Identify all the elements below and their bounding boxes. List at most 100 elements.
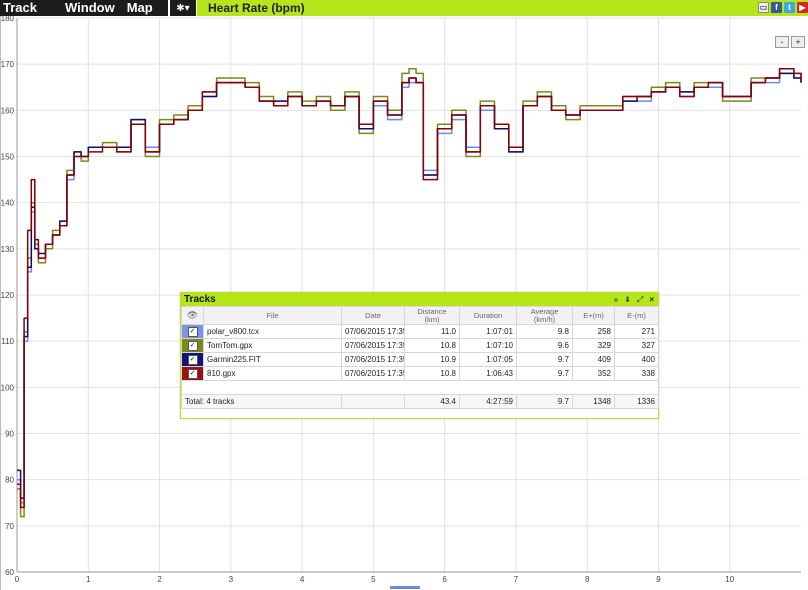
duration-column-header[interactable]: Duration: [459, 306, 517, 325]
track-color-cell[interactable]: ✓: [181, 338, 204, 353]
track-eminus: 327: [614, 338, 659, 353]
gear-icon: ✱▾: [176, 2, 190, 14]
track-eplus: 329: [572, 338, 615, 353]
y-tick-label: 120: [1, 291, 15, 300]
y-tick-label: 110: [1, 337, 14, 346]
x-tick-label: 2: [157, 575, 162, 584]
y-tick-label: 130: [1, 245, 15, 254]
x-tick-label: 3: [229, 575, 234, 584]
file-column-header[interactable]: File: [203, 306, 342, 325]
eplus-column-header[interactable]: E+(m): [572, 306, 615, 325]
track-date: 07/06/2015 17:35: [341, 324, 405, 339]
series-line-810-gpx: [17, 68, 802, 509]
youtube-icon[interactable]: ▶: [797, 2, 808, 13]
forward-icon[interactable]: »: [614, 294, 618, 305]
x-tick-label: 9: [656, 575, 661, 584]
track-distance: 10.9: [404, 352, 460, 367]
y-tick-label: 160: [1, 106, 15, 115]
scrollbar-thumb[interactable]: [390, 586, 420, 589]
y-tick-label: 70: [5, 522, 14, 531]
distance-column-header[interactable]: Distance (km): [404, 306, 460, 325]
y-tick-label: 80: [5, 476, 14, 485]
table-row[interactable]: ✓ Garmin225.FIT 07/06/2015 17:35 10.9 1:07:0…: [181, 352, 659, 367]
total-duration: 4:27:59: [459, 394, 517, 409]
track-eminus: 400: [614, 352, 659, 367]
visibility-checkbox[interactable]: ✓: [187, 326, 198, 337]
table-row[interactable]: ✓ TomTom.gpx 07/06/2015 17:35 10.8 1:07:10 9.…: [181, 338, 659, 353]
tracks-table: 👁 File Date Distance (km) Duration Averag…: [181, 306, 659, 409]
track-distance: 10.8: [404, 338, 460, 353]
track-color-cell[interactable]: ✓: [181, 324, 204, 339]
eye-icon: 👁: [186, 310, 199, 320]
track-eplus: 258: [572, 324, 615, 339]
track-color-cell[interactable]: ✓: [181, 366, 204, 381]
menu-map[interactable]: Map: [121, 0, 159, 16]
track-file[interactable]: Garmin225.FIT: [203, 352, 342, 367]
top-icons: ▭ f t ▶: [758, 2, 808, 13]
track-duration: 1:07:05: [459, 352, 517, 367]
average-column-header[interactable]: Average (km/h): [516, 306, 573, 325]
total-row: Total: 4 tracks 43.4 4:27:59 9.7 1348 13…: [181, 394, 659, 409]
track-file[interactable]: TomTom.gpx: [203, 338, 342, 353]
facebook-icon[interactable]: f: [771, 2, 782, 13]
menu-window[interactable]: Window: [59, 0, 121, 16]
x-tick-label: 0: [15, 575, 20, 584]
x-tick-label: 4: [300, 575, 305, 584]
track-file[interactable]: 810.gpx: [203, 366, 342, 381]
y-tick-label: 90: [5, 430, 14, 439]
track-eminus: 338: [614, 366, 659, 381]
date-column-header[interactable]: Date: [341, 306, 405, 325]
twitter-icon[interactable]: t: [784, 2, 795, 13]
track-average: 9.7: [516, 352, 573, 367]
x-tick-label: 1: [86, 575, 91, 584]
track-date: 07/06/2015 17:35: [341, 338, 405, 353]
menu-bar: Track Window Map: [0, 0, 168, 16]
track-average: 9.6: [516, 338, 573, 353]
menu-track[interactable]: Track: [0, 0, 43, 16]
track-duration: 1:06:43: [459, 366, 517, 381]
total-eminus: 1336: [614, 394, 659, 409]
x-tick-label: 10: [725, 575, 734, 584]
total-label: Total: 4 tracks: [181, 394, 342, 409]
track-file[interactable]: polar_v800.tcx: [203, 324, 342, 339]
x-tick-label: 7: [514, 575, 519, 584]
track-duration: 1:07:10: [459, 338, 517, 353]
track-date: 07/06/2015 17:35: [341, 352, 405, 367]
table-row[interactable]: ✓ polar_v800.tcx 07/06/2015 17:35 11.0 1:07:…: [181, 324, 659, 339]
visibility-checkbox[interactable]: ✓: [187, 354, 198, 365]
y-tick-label: 150: [1, 153, 15, 162]
maximize-icon[interactable]: ⤢: [637, 294, 643, 305]
y-tick-label: 60: [5, 568, 14, 577]
visibility-checkbox[interactable]: ✓: [187, 368, 198, 379]
x-tick-label: 8: [585, 575, 590, 584]
chart-title: Heart Rate (bpm): [208, 1, 305, 15]
zoom-out-button[interactable]: -: [775, 36, 789, 48]
visibility-checkbox[interactable]: ✓: [187, 340, 198, 351]
tracks-panel-controls: » ⇟ ⤢ ×: [614, 294, 654, 305]
close-icon[interactable]: ×: [649, 294, 654, 305]
total-average: 9.7: [516, 394, 573, 409]
track-date: 07/06/2015 17:35: [341, 366, 405, 381]
x-tick-label: 6: [442, 575, 447, 584]
track-eminus: 271: [614, 324, 659, 339]
total-date-cell: [341, 394, 405, 409]
image-icon[interactable]: ▭: [758, 2, 769, 13]
empty-rows: [181, 380, 659, 395]
eminus-column-header[interactable]: E-(m): [614, 306, 659, 325]
tracks-panel-header[interactable]: Tracks » ⇟ ⤢ ×: [181, 293, 658, 306]
table-header-row: 👁 File Date Distance (km) Duration Averag…: [181, 306, 659, 325]
gear-menu-button[interactable]: ✱▾: [170, 0, 196, 16]
track-average: 9.8: [516, 324, 573, 339]
zoom-in-button[interactable]: +: [791, 36, 805, 48]
track-color-cell[interactable]: ✓: [181, 352, 204, 367]
track-distance: 10.8: [404, 366, 460, 381]
y-tick-label: 100: [1, 383, 15, 392]
pin-icon[interactable]: ⇟: [624, 294, 631, 305]
zoom-controls: - +: [775, 36, 805, 48]
y-tick-label: 180: [1, 16, 15, 23]
x-tick-label: 5: [371, 575, 376, 584]
table-row[interactable]: ✓ 810.gpx 07/06/2015 17:35 10.8 1:06:43 9.7 35…: [181, 366, 659, 381]
visibility-column-header[interactable]: 👁: [181, 306, 204, 325]
total-distance: 43.4: [404, 394, 460, 409]
track-distance: 11.0: [404, 324, 460, 339]
